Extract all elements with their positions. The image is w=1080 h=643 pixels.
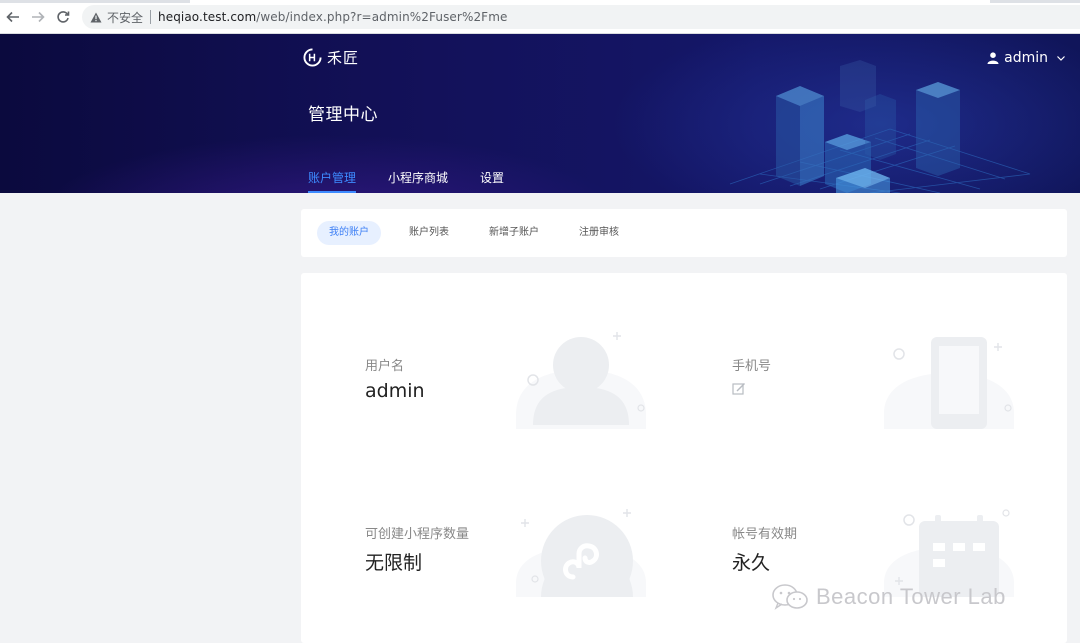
validity-field: 帐号有效期 永久	[732, 523, 797, 575]
watermark-text: Beacon Tower Lab	[816, 584, 1006, 609]
logo-text: 禾匠	[327, 48, 360, 67]
omnibox-divider	[150, 10, 152, 24]
tab-settings[interactable]: 设置	[480, 169, 504, 193]
phone-field: 手机号	[732, 355, 771, 400]
app-count-label: 可创建小程序数量	[365, 527, 470, 542]
app-count-field: 可创建小程序数量 无限制	[365, 523, 469, 575]
username-field: 用户名 admin	[365, 355, 425, 402]
wechat-icon	[772, 584, 808, 610]
user-icon	[987, 52, 999, 64]
username-value: admin	[365, 380, 425, 402]
app-count-value: 无限制	[365, 552, 423, 574]
browser-toolbar: 不安全 heqiao.test.com/web/index.php?r=admi…	[0, 0, 1080, 34]
brand-logo[interactable]: 禾匠	[303, 46, 359, 68]
reload-icon[interactable]	[54, 8, 72, 26]
url-text[interactable]: heqiao.test.com/web/index.php?r=admin%2F…	[158, 10, 507, 24]
phone-label: 手机号	[732, 359, 772, 374]
active-browser-tab[interactable]	[190, 0, 990, 3]
mini-program-illustration	[516, 509, 646, 597]
url-path: /web/index.php?r=admin%2Fuser%2Fme	[256, 10, 508, 24]
chevron-down-icon	[1057, 56, 1065, 61]
warning-icon[interactable]	[90, 11, 102, 23]
subtab-account-list[interactable]: 账户列表	[397, 221, 461, 245]
account-subtabs: 我的账户 账户列表 新增子账户 注册审核	[301, 209, 1067, 257]
subtab-my-account[interactable]: 我的账户	[317, 221, 381, 245]
tab-mini-program-mall[interactable]: 小程序商城	[388, 169, 448, 193]
phone-illustration	[884, 337, 1014, 429]
username-label: 用户名	[365, 359, 405, 374]
tab-strip	[0, 0, 1080, 3]
address-bar[interactable]: 不安全 heqiao.test.com/web/index.php?r=admi…	[82, 5, 1080, 29]
main-nav-tabs: 账户管理 小程序商城 设置	[308, 169, 536, 193]
page-header: 禾匠 admin 管理中心 账户管理 小程序商城 设置	[0, 34, 1080, 193]
insecure-label: 不安全	[107, 10, 144, 25]
user-menu-dropdown[interactable]: admin	[987, 50, 1066, 66]
back-arrow-icon[interactable]	[4, 8, 22, 26]
watermark: Beacon Tower Lab	[770, 583, 1006, 611]
subtab-add-sub-account[interactable]: 新增子账户	[477, 221, 551, 245]
page-title: 管理中心	[308, 105, 378, 125]
user-name: admin	[1004, 50, 1048, 66]
forward-arrow-icon[interactable]	[29, 8, 47, 26]
edit-icon[interactable]	[732, 382, 746, 396]
subtab-registration-review[interactable]: 注册审核	[567, 221, 631, 245]
validity-label: 帐号有效期	[732, 527, 798, 542]
user-avatar-illustration	[516, 332, 646, 429]
tab-account-management[interactable]: 账户管理	[308, 169, 357, 193]
validity-value: 永久	[732, 552, 771, 574]
logo-mark-icon	[303, 47, 322, 66]
url-host: heqiao.test.com	[158, 10, 257, 24]
